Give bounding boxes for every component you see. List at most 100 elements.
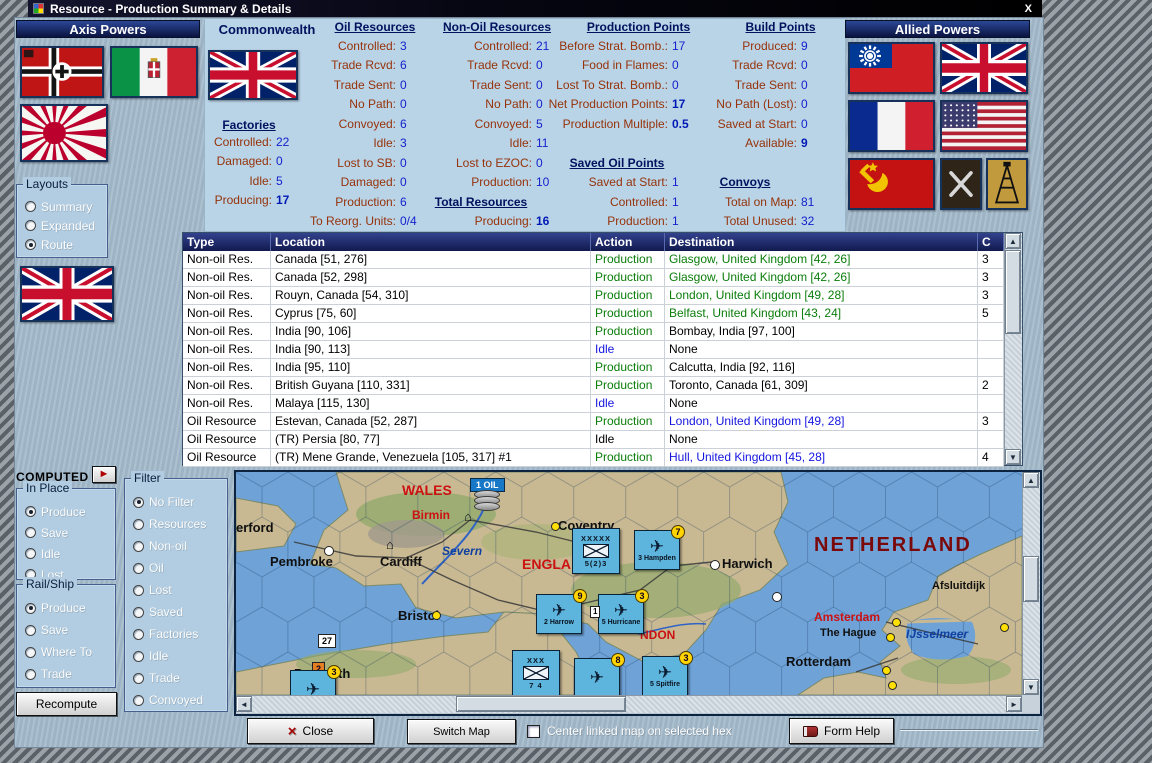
- column-header-c[interactable]: C: [978, 233, 1004, 251]
- table-row[interactable]: Oil Resource Estevan, Canada [52, 287] Pro…: [183, 413, 1004, 431]
- scroll-down-icon[interactable]: ▼: [1023, 679, 1039, 695]
- table-row[interactable]: Non-oil Res. Canada [52, 298] Production Gl…: [183, 269, 1004, 287]
- filter-option-lost[interactable]: Lost: [133, 579, 225, 601]
- oil-resource-counter[interactable]: 1 OIL: [470, 478, 505, 511]
- scroll-up-icon[interactable]: ▲: [1023, 472, 1039, 488]
- in-place-option-save[interactable]: Save: [25, 522, 113, 543]
- window-title: Resource - Production Summary & Details: [50, 1, 292, 16]
- scroll-down-icon[interactable]: ▼: [1005, 449, 1021, 465]
- flag-ussr[interactable]: [848, 158, 935, 210]
- table-row[interactable]: Non-oil Res. Cyprus [75, 60] Production Bel…: [183, 305, 1004, 323]
- table-scrollbar-thumb[interactable]: [1005, 250, 1021, 334]
- stat-label: Idle:: [373, 136, 396, 151]
- flag-china[interactable]: [848, 42, 935, 94]
- oil-resources-header: Oil Resources: [334, 20, 416, 34]
- air-unit-counter[interactable]: ✈ 3: [290, 665, 341, 695]
- column-header-location[interactable]: Location: [271, 233, 591, 251]
- map-horizontal-scrollbar[interactable]: ◄ ►: [236, 695, 1022, 713]
- table-row[interactable]: Oil Resource (TR) Persia [80, 77] Idle None: [183, 431, 1004, 449]
- cell-destination: Calcutta, India [92, 116]: [665, 359, 978, 376]
- close-button[interactable]: × Close: [247, 718, 374, 744]
- footer-groove: [900, 729, 1038, 731]
- flag-france[interactable]: [848, 100, 935, 152]
- filter-option-no-filter[interactable]: No Filter: [133, 491, 225, 513]
- in-place-option-produce[interactable]: Produce: [25, 501, 113, 522]
- cell-type: Non-oil Res.: [183, 395, 271, 412]
- switch-map-button[interactable]: Switch Map: [407, 719, 516, 744]
- form-help-button[interactable]: Form Help: [789, 718, 894, 744]
- stat-label: Produced:: [742, 38, 797, 53]
- flag-usa[interactable]: [940, 100, 1028, 152]
- cell-location: Canada [52, 298]: [271, 269, 591, 286]
- table-row[interactable]: Non-oil Res. India [90, 106] Production Bom…: [183, 323, 1004, 341]
- map-label-netherland: NETHERLAND: [814, 534, 972, 556]
- map-viewport[interactable]: erford WALES Birmin Coventry Pembroke Cardiff…: [236, 472, 1022, 695]
- filter-option-saved[interactable]: Saved: [133, 601, 225, 623]
- oil-derrick-icon: [986, 158, 1028, 210]
- map-vertical-scrollbar[interactable]: ▲ ▼: [1022, 472, 1040, 695]
- unit-name-label: 5 Hurricane: [601, 618, 641, 626]
- table-row[interactable]: Non-oil Res. India [90, 113] Idle None: [183, 341, 1004, 359]
- flag-italy[interactable]: [110, 46, 198, 98]
- table-row[interactable]: Non-oil Res. Canada [51, 276] Production Gl…: [183, 251, 1004, 269]
- scroll-up-icon[interactable]: ▲: [1005, 233, 1021, 249]
- map-label-afsluitdijk: Afsluitdijk: [932, 580, 986, 592]
- column-header-action[interactable]: Action: [591, 233, 665, 251]
- air-unit-counter[interactable]: ✈ 8: [574, 653, 625, 695]
- air-unit-counter[interactable]: ✈ 5 Spitfire 3: [642, 651, 693, 695]
- rail-ship-option-produce[interactable]: Produce: [25, 597, 113, 619]
- table-row[interactable]: Non-oil Res. British Guyana [110, 331] Pro…: [183, 377, 1004, 395]
- table-row[interactable]: Oil Resource (TR) Mene Grande, Venezuela …: [183, 449, 1004, 467]
- land-unit-counter[interactable]: XXXXX 5(2)3: [572, 528, 620, 574]
- center-map-checkbox[interactable]: Center linked map on selected hex: [527, 722, 732, 740]
- map-label-harwich: Harwich: [722, 556, 773, 571]
- window-titlebar[interactable]: Resource - Production Summary & Details …: [28, 0, 1042, 17]
- column-header-destination[interactable]: Destination: [665, 233, 978, 251]
- filter-option-idle[interactable]: Idle: [133, 645, 225, 667]
- table-row[interactable]: Non-oil Res. India [95, 110] Production Cal…: [183, 359, 1004, 377]
- air-unit-counter[interactable]: ✈ 5 Hurricane 1 3: [590, 589, 649, 634]
- filter-groupbox: Filter No Filter Resources Non-oil Oil Lost S…: [124, 471, 228, 712]
- rail-ship-option-save[interactable]: Save: [25, 619, 113, 641]
- air-unit-counter[interactable]: ✈ 2 Harrow 9: [536, 589, 587, 634]
- window-close-button[interactable]: X: [1020, 3, 1037, 15]
- column-header-type[interactable]: Type: [183, 233, 271, 251]
- filter-option-oil[interactable]: Oil: [133, 557, 225, 579]
- recompute-button[interactable]: Recompute: [16, 692, 117, 716]
- table-row[interactable]: Non-oil Res. Rouyn, Canada [54, 310] Produ…: [183, 287, 1004, 305]
- filter-option-convoyed[interactable]: Convoyed: [133, 689, 225, 711]
- map-vscroll-thumb[interactable]: [1023, 556, 1039, 602]
- radio-icon: [25, 668, 36, 680]
- aircraft-icon: ✈: [305, 680, 321, 695]
- filter-option-resources[interactable]: Resources: [133, 513, 225, 535]
- rail-ship-option-trade[interactable]: Trade: [25, 663, 113, 685]
- scroll-right-icon[interactable]: ►: [1006, 696, 1022, 712]
- unit-badge: 8: [611, 653, 625, 667]
- flag-germany[interactable]: [20, 46, 104, 98]
- filter-option-non-oil[interactable]: Non-oil: [133, 535, 225, 557]
- air-unit-counter[interactable]: ✈ 3 Hampden 7: [634, 525, 685, 570]
- unit-badge: 3: [679, 651, 693, 665]
- table-scrollbar[interactable]: ▲ ▼: [1004, 233, 1022, 465]
- radio-icon: [133, 496, 144, 508]
- table-row[interactable]: Non-oil Res. Malaya [115, 130] Idle None: [183, 395, 1004, 413]
- flag-united-kingdom[interactable]: [940, 42, 1028, 94]
- flag-japan[interactable]: [20, 104, 108, 162]
- map-hscroll-thumb[interactable]: [456, 696, 626, 712]
- layout-option-summary[interactable]: Summary: [25, 197, 105, 216]
- stat-value: 0: [801, 77, 808, 92]
- computed-arrow-button[interactable]: ►: [92, 466, 116, 483]
- stat-label: Available:: [745, 136, 797, 151]
- filter-option-trade[interactable]: Trade: [133, 667, 225, 689]
- filter-option-factories[interactable]: Factories: [133, 623, 225, 645]
- scroll-left-icon[interactable]: ◄: [236, 696, 252, 712]
- map-chit[interactable]: 27: [318, 634, 337, 648]
- layout-option-expanded[interactable]: Expanded: [25, 216, 105, 235]
- layout-option-route[interactable]: Route: [25, 235, 105, 254]
- rail-ship-option-where-to[interactable]: Where To: [25, 641, 113, 663]
- in-place-option-idle[interactable]: Idle: [25, 543, 113, 564]
- radio-icon: [133, 650, 144, 662]
- build-points-column: Produced: 9 Trade Rcvd: 0 Trade Sent: 0 No Pat…: [645, 36, 845, 231]
- radio-icon: [133, 672, 144, 684]
- land-unit-counter[interactable]: XXX 7 4: [512, 650, 560, 695]
